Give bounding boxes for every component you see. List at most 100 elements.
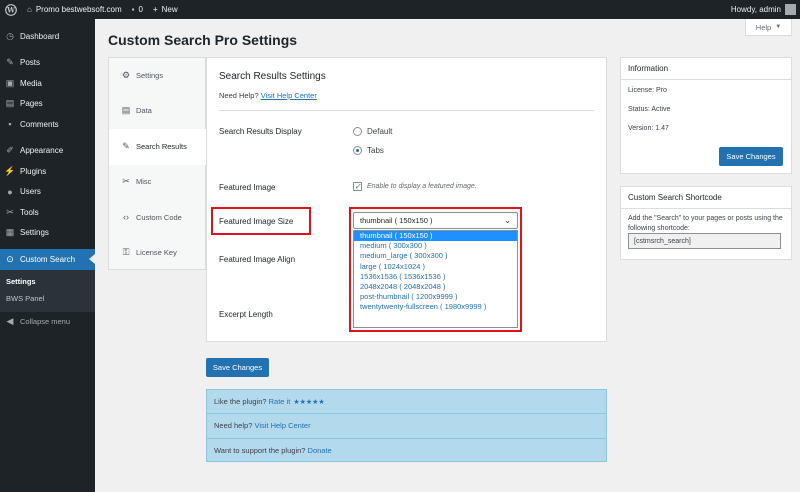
save-changes-button[interactable]: Save Changes	[206, 358, 269, 377]
help-line: Need help? Visit Help Center	[207, 414, 606, 439]
pin-icon: ✎	[6, 57, 14, 68]
new-label: New	[161, 5, 178, 14]
my-account[interactable]: Howdy, admin	[731, 0, 796, 19]
gear-icon: ⚙	[121, 69, 131, 80]
dashboard-icon: ◷	[6, 30, 14, 41]
radio-default[interactable]: Default	[353, 127, 392, 136]
shortcode-title: Custom Search Shortcode	[621, 187, 791, 209]
sidebar-item-settings[interactable]: ▦ Settings	[0, 223, 95, 244]
option-medium[interactable]: medium ( 300x300 )	[354, 241, 517, 251]
status-text: Status: Active	[628, 106, 671, 113]
featured-image-align-label: Featured Image Align	[219, 255, 296, 264]
help-center-link[interactable]: Visit Help Center	[261, 91, 317, 100]
license-text: License: Pro	[628, 87, 667, 94]
sidebar-item-comments[interactable]: ▪ Comments	[0, 114, 95, 135]
need-help-text: Need Help? Visit Help Center	[219, 91, 317, 100]
site-name-link[interactable]: ⌂ Promo bestwebsoft.com	[22, 0, 127, 19]
wordpress-logo-icon[interactable]: W	[0, 0, 22, 19]
tab-search-results[interactable]: ✎ Search Results	[109, 129, 206, 165]
collapse-icon: ◀	[6, 316, 14, 327]
shortcode-field[interactable]: [cstmsrch_search]	[628, 233, 781, 249]
site-name: Promo bestwebsoft.com	[35, 5, 122, 14]
featured-image-checkbox-row[interactable]: ✓ Enable to display a featured image.	[353, 182, 477, 191]
search-icon: ⊙	[6, 253, 14, 264]
section-heading: Search Results Settings	[219, 71, 326, 82]
option-thumbnail[interactable]: thumbnail ( 150x150 )	[354, 231, 517, 242]
chevron-down-icon: ⌄	[504, 216, 511, 225]
code-icon: ‹›	[123, 212, 129, 223]
svg-text:W: W	[6, 5, 15, 14]
rate-line: Like the plugin? Rate it ★★★★★	[207, 390, 606, 415]
tab-custom-code[interactable]: ‹› Custom Code	[109, 200, 205, 236]
new-content-link[interactable]: + New	[148, 0, 183, 19]
admin-bar: W ⌂ Promo bestwebsoft.com ▪ 0 + New Howd…	[0, 0, 800, 19]
option-1536x1536[interactable]: 1536x1536 ( 1536x1536 )	[354, 272, 517, 282]
donate-link[interactable]: Donate	[308, 446, 332, 455]
comment-bubble-icon: ▪	[131, 5, 135, 14]
option-2048x2048[interactable]: 2048x2048 ( 2048x2048 )	[354, 282, 517, 292]
shortcode-description: Add the "Search" to your pages or posts …	[628, 215, 783, 232]
sidebar-item-dashboard[interactable]: ◷ Dashboard	[0, 26, 95, 47]
rating-stars-icon[interactable]: ★★★★★	[293, 398, 324, 406]
custom-search-submenu: Settings BWS Panel	[0, 269, 95, 312]
avatar	[785, 4, 796, 15]
brush-icon: ✐	[6, 145, 14, 156]
option-twentytwenty-fullscreen[interactable]: twentytwenty-fullscreen ( 1980x9999 )	[354, 302, 517, 312]
howdy-text: Howdy, admin	[730, 5, 781, 14]
size-options-list: thumbnail ( 150x150 ) medium ( 300x300 )…	[353, 230, 518, 328]
settings-tabs: ⚙ Settings ▤ Data ✎ Search Results ✂ Misc ‹›…	[108, 57, 206, 270]
key-icon: ⚿	[122, 247, 130, 258]
tab-settings[interactable]: ⚙ Settings	[109, 58, 205, 94]
sidebar-item-appearance[interactable]: ✐ Appearance	[0, 141, 95, 162]
tab-license-key[interactable]: ⚿ License Key	[109, 236, 205, 272]
plus-icon: +	[152, 5, 158, 14]
admin-sidebar: ◷ Dashboard ✎ Posts ▣ Media ▤ Pages ▪ Comment…	[0, 19, 95, 492]
table-icon: ▤	[121, 105, 131, 116]
featured-image-label: Featured Image	[219, 183, 276, 192]
visit-help-center-link[interactable]: Visit Help Center	[254, 421, 310, 430]
tab-data[interactable]: ▤ Data	[109, 94, 205, 130]
tab-misc[interactable]: ✂ Misc	[109, 165, 205, 201]
checkbox-checked[interactable]: ✓	[353, 182, 362, 191]
radio-button[interactable]	[353, 127, 362, 136]
pin-icon: ✎	[122, 140, 130, 151]
information-save-button[interactable]: Save Changes	[719, 147, 783, 166]
sidebar-item-posts[interactable]: ✎ Posts	[0, 53, 95, 74]
help-tab-button[interactable]: Help ▼	[745, 19, 792, 36]
highlight-size-label	[211, 207, 311, 235]
sidebar-item-tools[interactable]: ✂ Tools	[0, 202, 95, 223]
radio-button-checked[interactable]	[353, 146, 362, 155]
comments-count: 0	[138, 5, 143, 14]
sidebar-item-media[interactable]: ▣ Media	[0, 73, 95, 94]
submenu-item-bws-panel[interactable]: BWS Panel	[0, 290, 95, 307]
support-line: Want to support the plugin? Donate	[214, 446, 332, 456]
sidebar-item-users[interactable]: ● Users	[0, 182, 95, 203]
sidebar-item-plugins[interactable]: ⚡ Plugins	[0, 161, 95, 182]
option-large[interactable]: large ( 1024x1024 )	[354, 262, 517, 272]
page-title: Custom Search Pro Settings	[108, 32, 298, 48]
pages-icon: ▤	[5, 98, 15, 109]
plugin-info-box: Like the plugin? Rate it ★★★★★ Need help…	[206, 389, 607, 462]
plug-icon: ⚡	[4, 165, 16, 176]
users-icon: ●	[7, 186, 13, 197]
display-label: Search Results Display	[219, 127, 302, 136]
submenu-item-settings[interactable]: Settings	[0, 273, 95, 290]
featured-image-size-select[interactable]: thumbnail ( 150x150 ) ⌄	[353, 212, 518, 229]
information-title: Information	[621, 58, 791, 80]
comments-link[interactable]: ▪ 0	[127, 0, 148, 19]
sidebar-item-pages[interactable]: ▤ Pages	[0, 94, 95, 115]
wrench-icon: ✂	[6, 206, 14, 217]
excerpt-length-label: Excerpt Length	[219, 310, 273, 319]
home-icon: ⌂	[27, 5, 32, 14]
collapse-menu-button[interactable]: ◀ Collapse menu	[0, 312, 95, 333]
version-text: Version: 1.47	[628, 125, 669, 132]
rate-link[interactable]: Rate it	[269, 397, 291, 406]
option-medium-large[interactable]: medium_large ( 300x300 )	[354, 251, 517, 261]
triangle-down-icon: ▼	[775, 24, 782, 30]
radio-tabs[interactable]: Tabs	[353, 146, 384, 155]
media-icon: ▣	[5, 77, 15, 88]
settings-icon: ▦	[5, 227, 15, 238]
sidebar-item-custom-search[interactable]: ⊙ Custom Search	[0, 249, 95, 270]
comments-icon: ▪	[8, 119, 12, 130]
option-post-thumbnail[interactable]: post-thumbnail ( 1200x9999 )	[354, 292, 517, 302]
